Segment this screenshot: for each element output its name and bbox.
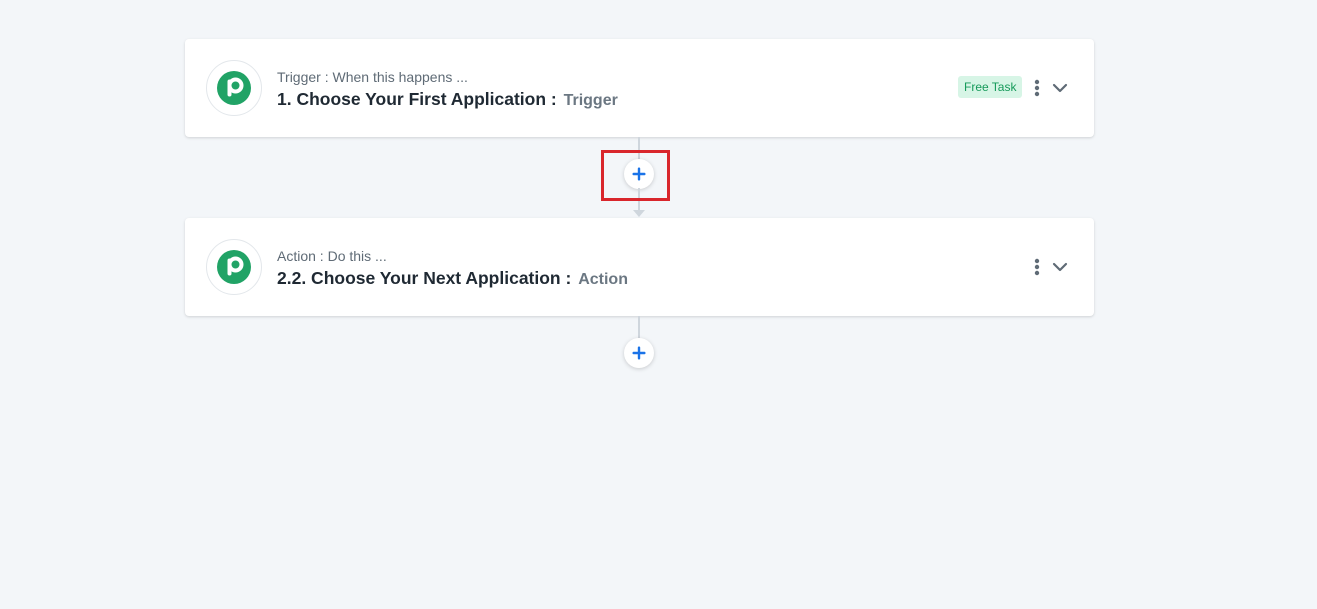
- connector-line: [638, 137, 640, 159]
- connector-arrow-icon: [633, 210, 645, 217]
- action-step-card[interactable]: Action : Do this ... 2.2. Choose Your Ne…: [185, 218, 1094, 316]
- action-title-text: 2.2. Choose Your Next Application :: [277, 268, 572, 288]
- trigger-more-options-button[interactable]: [1030, 77, 1044, 99]
- trigger-title: 1. Choose Your First Application : Trigg…: [277, 88, 618, 112]
- pabbly-logo-icon: [206, 239, 262, 295]
- kebab-menu-icon: [1034, 258, 1040, 276]
- chevron-down-icon: [1052, 262, 1068, 272]
- plus-icon: [632, 167, 646, 181]
- connector-line: [638, 188, 640, 210]
- trigger-type-label: Trigger: [563, 92, 618, 109]
- action-step-text: Action : Do this ... 2.2. Choose Your Ne…: [277, 248, 628, 291]
- kebab-menu-icon: [1034, 79, 1040, 97]
- trigger-subtitle: Trigger : When this happens ...: [277, 69, 468, 85]
- action-expand-button[interactable]: [1049, 256, 1071, 278]
- free-task-badge: Free Task: [958, 76, 1023, 98]
- trigger-step-text: Trigger : When this happens ... 1. Choos…: [277, 69, 618, 112]
- chevron-down-icon: [1052, 83, 1068, 93]
- pabbly-logo-icon: [206, 60, 262, 116]
- workflow-canvas: Trigger : When this happens ... 1. Choos…: [0, 0, 1317, 609]
- trigger-title-text: 1. Choose Your First Application :: [277, 89, 557, 109]
- trigger-expand-button[interactable]: [1049, 77, 1071, 99]
- plus-icon: [632, 346, 646, 360]
- action-subtitle: Action : Do this ...: [277, 248, 387, 264]
- action-type-label: Action: [578, 271, 628, 288]
- add-step-button[interactable]: [624, 338, 654, 368]
- add-step-button[interactable]: [624, 159, 654, 189]
- action-title: 2.2. Choose Your Next Application : Acti…: [277, 267, 628, 291]
- connector-line: [638, 316, 640, 338]
- action-more-options-button[interactable]: [1030, 256, 1044, 278]
- trigger-step-card[interactable]: Trigger : When this happens ... 1. Choos…: [185, 39, 1094, 137]
